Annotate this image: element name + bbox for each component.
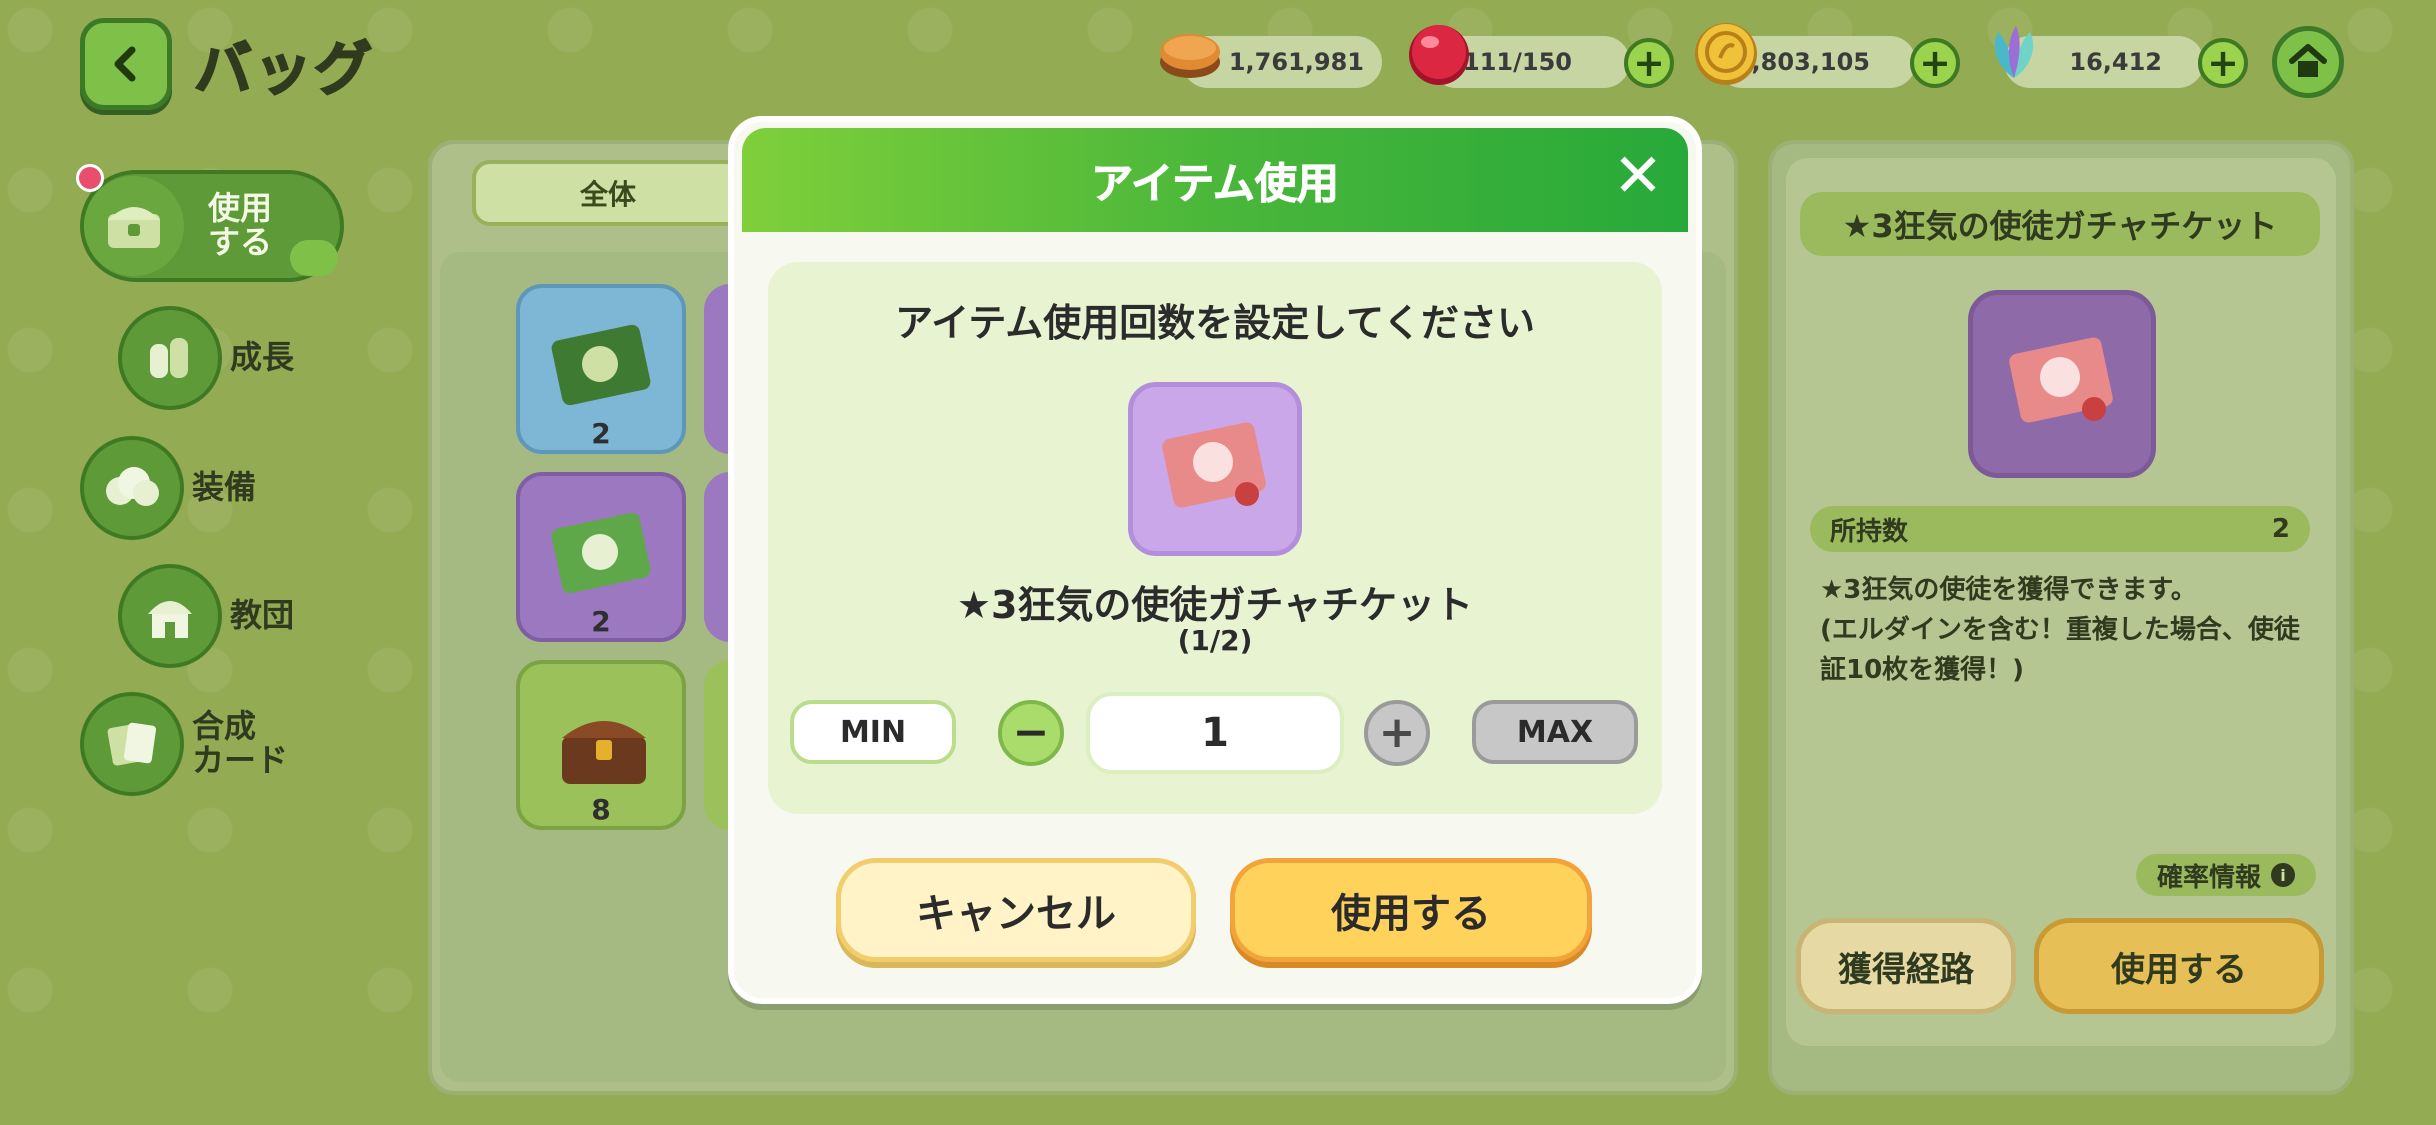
min-button[interactable]: MIN bbox=[790, 700, 956, 764]
chevron-left-icon bbox=[114, 46, 136, 82]
inventory-slot[interactable]: 8 bbox=[516, 660, 686, 830]
back-button[interactable] bbox=[80, 18, 172, 110]
tab-all[interactable]: 全体 bbox=[472, 160, 744, 226]
acquire-route-button[interactable]: 獲得経路 bbox=[1796, 918, 2016, 1014]
probability-info-label: 確率情報 bbox=[2156, 862, 2261, 893]
clover-ticket-icon bbox=[551, 512, 651, 594]
owned-label: 所持数 bbox=[1830, 516, 1909, 547]
add-stamina-button[interactable]: + bbox=[1624, 38, 1674, 88]
inventory-slot[interactable]: 2 bbox=[516, 472, 686, 642]
red-ticket-icon bbox=[2009, 337, 2113, 423]
info-icon: i bbox=[2271, 863, 2295, 887]
dialog-item-name: ★3狂気の使徒ガチャチケット bbox=[956, 583, 1474, 627]
owned-value: 2 bbox=[2271, 514, 2290, 544]
cancel-button[interactable]: キャンセル bbox=[836, 858, 1196, 962]
sidebar-item-label: 使用 する bbox=[208, 189, 273, 261]
temple-icon bbox=[118, 564, 222, 668]
sidebar-item-growth[interactable]: 成長 bbox=[118, 306, 294, 410]
increment-button[interactable]: + bbox=[1364, 700, 1430, 766]
home-icon bbox=[2289, 44, 2327, 77]
dialog-instruction: アイテム使用回数を設定してください bbox=[895, 301, 1535, 345]
sidebar-item-use[interactable]: 使用 する bbox=[76, 164, 344, 282]
quantity-field[interactable] bbox=[1086, 692, 1344, 774]
decrement-button[interactable]: − bbox=[998, 700, 1064, 766]
detail-item-name: ★3狂気の使徒ガチャチケット bbox=[1800, 192, 2320, 256]
probability-info-button[interactable]: 確率情報 i bbox=[2136, 854, 2316, 896]
slot-count: 2 bbox=[591, 605, 611, 638]
cookie-icon bbox=[1156, 22, 1224, 84]
dialog-item-fraction: (1/2) bbox=[1177, 624, 1253, 657]
dialog-title: アイテム使用 bbox=[742, 128, 1688, 232]
sidebar-item-cult[interactable]: 教団 bbox=[118, 564, 294, 668]
treasure-chest-icon bbox=[562, 721, 646, 784]
resource-cookie-value: 1,761,981 bbox=[1228, 48, 1364, 76]
owned-count-row: 所持数 2 bbox=[1810, 506, 2310, 552]
plus-icon: + bbox=[1378, 707, 1416, 758]
detail-use-button[interactable]: 使用する bbox=[2034, 918, 2324, 1014]
add-crystal-button[interactable]: + bbox=[2198, 38, 2248, 88]
sidebar-item-card-synthesis[interactable]: 合成 カード bbox=[80, 692, 288, 796]
item-description: ★3狂気の使徒を獲得できます。 (エルダインを含む！重複した場合、使徒証10枚を… bbox=[1820, 570, 2310, 690]
chest-icon bbox=[84, 176, 184, 276]
cards-icon bbox=[80, 692, 184, 796]
crystal-leaf-icon bbox=[1978, 18, 2050, 90]
max-button[interactable]: MAX bbox=[1472, 700, 1638, 764]
use-button[interactable]: 使用する bbox=[1230, 858, 1592, 962]
item-description-line2: (エルダインを含む！重複した場合、使徒証10枚を獲得！) bbox=[1820, 615, 2300, 685]
red-orb-icon bbox=[1404, 18, 1474, 88]
green-ticket-icon bbox=[551, 324, 651, 406]
item-description-line1: ★3狂気の使徒を獲得できます。 bbox=[1820, 575, 2197, 605]
add-gold-button[interactable]: + bbox=[1910, 38, 1960, 88]
close-icon: ✕ bbox=[1612, 141, 1664, 211]
page-title: バッグ bbox=[193, 34, 375, 104]
slot-count: 2 bbox=[591, 417, 611, 450]
close-button[interactable]: ✕ bbox=[1610, 146, 1666, 206]
wool-icon bbox=[80, 436, 184, 540]
sidebar-item-label: 合成 カード bbox=[192, 707, 289, 779]
sidebar-item-equipment[interactable]: 装備 bbox=[80, 436, 256, 540]
dialog-item-icon bbox=[1128, 382, 1302, 556]
sidebar-item-label: 教団 bbox=[230, 596, 295, 635]
bottles-icon bbox=[118, 306, 222, 410]
resource-stamina-value: 111/150 bbox=[1463, 48, 1572, 76]
home-button[interactable] bbox=[2272, 26, 2344, 98]
sidebar-item-label: 装備 bbox=[192, 468, 257, 507]
sidebar-item-label: 成長 bbox=[230, 338, 295, 377]
minus-icon: − bbox=[1012, 707, 1050, 758]
inventory-slot[interactable]: 2 bbox=[516, 284, 686, 454]
red-ticket-icon bbox=[1162, 422, 1266, 508]
flower-badge-icon bbox=[76, 164, 104, 192]
leaf-icon bbox=[290, 240, 338, 276]
gold-coin-icon bbox=[1692, 20, 1760, 88]
slot-count: 8 bbox=[591, 793, 611, 826]
detail-item-icon bbox=[1968, 290, 2156, 478]
resource-crystal-value: 16,412 bbox=[2069, 48, 2162, 76]
